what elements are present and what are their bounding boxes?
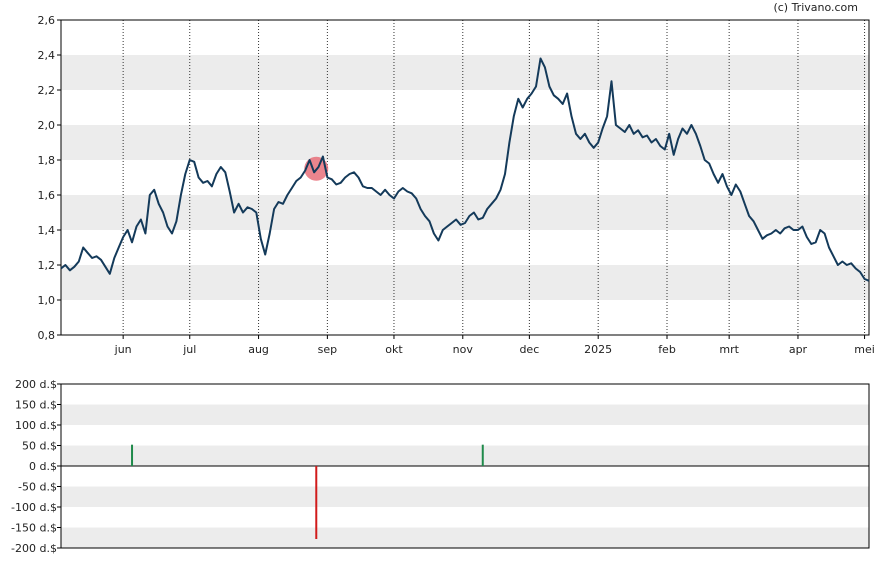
insider-chart: 200 d.$ 150 d.$ 100 d.$ 50 d.$ 0 d.$ -50 d.$ -… (11, 378, 870, 555)
y-tick-label: 0,8 (38, 329, 56, 342)
x-tick-label: sep (318, 343, 337, 356)
grid-band (61, 486, 869, 507)
grid-band (61, 20, 869, 55)
y-tick-label: 1,8 (38, 154, 56, 167)
y-tick-label: -150 d.$ (11, 522, 57, 535)
y-tick-label: 0 d.$ (29, 460, 57, 473)
y-tick-label: 2,4 (38, 49, 56, 62)
x-tick-label: aug (248, 343, 269, 356)
grid-band (61, 125, 869, 160)
grid-band (61, 55, 869, 90)
x-tick-label: jun (114, 343, 132, 356)
grid-band (61, 445, 869, 466)
grid-band (61, 90, 869, 125)
x-tick-label: jul (182, 343, 196, 356)
y-tick-label: 200 d.$ (15, 378, 57, 391)
y-tick-label: 2,0 (38, 119, 56, 132)
grid-band (61, 300, 869, 335)
y-tick-label: 50 d.$ (22, 440, 57, 453)
x-tick-label: nov (453, 343, 474, 356)
x-tick-label: mei (854, 343, 875, 356)
y-tick-label: 2,6 (38, 14, 56, 27)
grid-band (61, 404, 869, 425)
y-tick-label: 1,2 (38, 259, 56, 272)
x-tick-label: 2025 (584, 343, 612, 356)
grid-band (61, 265, 869, 300)
y-tick-label: 150 d.$ (15, 399, 57, 412)
price-chart: jun jul aug sep okt nov dec 2025 feb mrt apr mei 0,8… (38, 14, 875, 356)
x-tick-label: okt (385, 343, 403, 356)
y-tick-label: -100 d.$ (11, 501, 57, 514)
grid-band (61, 507, 869, 528)
y-tick-label: 1,0 (38, 294, 56, 307)
y-tick-label: 2,2 (38, 84, 56, 97)
grid-band (61, 527, 869, 548)
y-tick-label: -200 d.$ (11, 542, 57, 555)
chart-canvas: jun jul aug sep okt nov dec 2025 feb mrt apr mei 0,8… (11, 14, 875, 555)
grid-band (61, 230, 869, 265)
x-tick-label: dec (519, 343, 539, 356)
x-tick-label: feb (658, 343, 676, 356)
grid-band (61, 384, 869, 405)
y-tick-label: -50 d.$ (18, 481, 57, 494)
x-tick-label: mrt (719, 343, 739, 356)
x-tick-label: apr (789, 343, 808, 356)
y-tick-label: 100 d.$ (15, 419, 57, 432)
y-tick-label: 1,4 (38, 224, 56, 237)
grid-band (61, 425, 869, 446)
y-tick-label: 1,6 (38, 189, 56, 202)
grid-band (61, 466, 869, 487)
